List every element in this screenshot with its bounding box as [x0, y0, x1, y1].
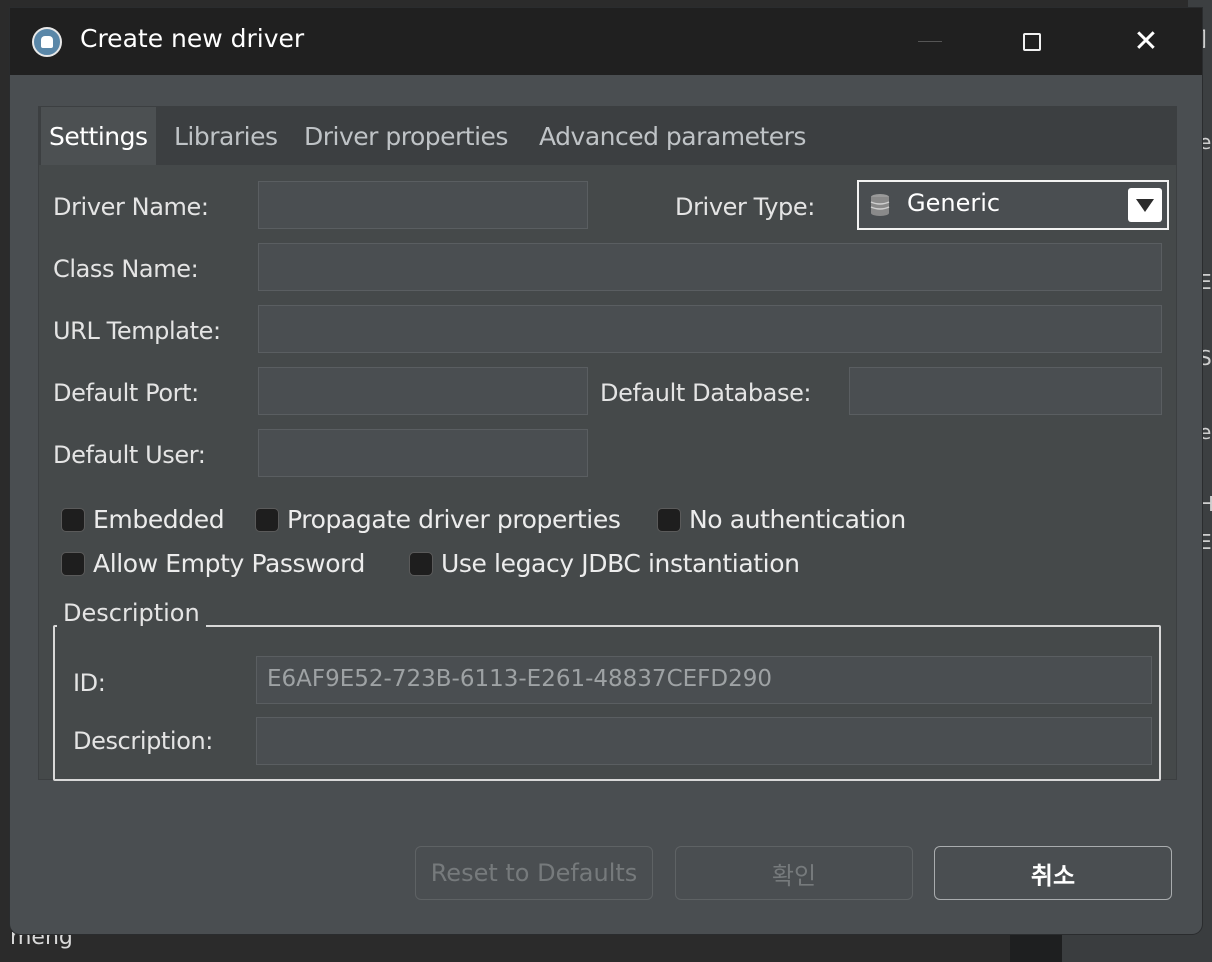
maximize-icon	[1023, 32, 1041, 51]
id-label: ID:	[73, 669, 106, 697]
embedded-checkbox[interactable]: Embedded	[61, 505, 225, 534]
checkbox-label: No authentication	[689, 505, 906, 534]
tab-bar: Settings Libraries Driver properties Adv…	[39, 107, 1176, 165]
default-port-input[interactable]	[259, 368, 587, 414]
driver-name-input[interactable]	[259, 182, 587, 228]
use-legacy-jdbc-checkbox[interactable]: Use legacy JDBC instantiation	[409, 549, 800, 578]
dropdown-arrow-icon[interactable]	[1128, 188, 1162, 222]
url-template-label: URL Template:	[53, 317, 221, 345]
url-template-field[interactable]	[258, 305, 1162, 353]
checkbox-label: Use legacy JDBC instantiation	[441, 549, 800, 578]
description-field[interactable]	[256, 717, 1152, 765]
checkbox-box[interactable]	[657, 507, 681, 532]
class-name-input[interactable]	[259, 244, 1161, 290]
propagate-driver-properties-checkbox[interactable]: Propagate driver properties	[255, 505, 621, 534]
driver-type-label: Driver Type:	[675, 193, 815, 221]
description-input[interactable]	[257, 718, 1151, 764]
close-button[interactable]: ✕	[1116, 8, 1176, 75]
default-port-field[interactable]	[258, 367, 588, 415]
cancel-button[interactable]: 취소	[934, 846, 1172, 900]
checkbox-box[interactable]	[61, 507, 85, 532]
checkbox-box[interactable]	[255, 507, 279, 532]
minimize-button[interactable]	[900, 8, 960, 75]
screen: meng ] e E S e H E Create new driver ✕ S…	[0, 0, 1212, 962]
checkbox-label: Embedded	[93, 505, 225, 534]
tab-settings[interactable]: Settings	[41, 107, 156, 165]
maximize-button[interactable]	[1002, 8, 1062, 75]
minimize-icon	[918, 41, 942, 42]
id-field[interactable]: E6AF9E52-723B-6113-E261-48837CEFD290	[256, 656, 1152, 704]
database-icon	[870, 194, 890, 216]
checkbox-box[interactable]	[409, 551, 433, 576]
driver-type-select[interactable]: Generic	[857, 180, 1169, 230]
tab-driver-properties[interactable]: Driver properties	[304, 107, 508, 165]
create-driver-dialog: Create new driver ✕ Settings Libraries D…	[10, 8, 1202, 934]
tab-advanced-parameters[interactable]: Advanced parameters	[539, 107, 806, 165]
ok-button[interactable]: 확인	[675, 846, 913, 900]
driver-name-label: Driver Name:	[53, 193, 209, 221]
default-database-label: Default Database:	[600, 379, 812, 407]
title-bar[interactable]: Create new driver ✕	[10, 8, 1202, 75]
url-template-input[interactable]	[259, 306, 1161, 352]
default-database-field[interactable]	[849, 367, 1162, 415]
default-user-input[interactable]	[259, 430, 587, 476]
default-user-field[interactable]	[258, 429, 588, 477]
no-authentication-checkbox[interactable]: No authentication	[657, 505, 906, 534]
reset-to-defaults-button[interactable]: Reset to Defaults	[415, 846, 653, 900]
class-name-field[interactable]	[258, 243, 1162, 291]
description-label: Description:	[73, 727, 213, 755]
driver-name-field[interactable]	[258, 181, 588, 229]
close-icon: ✕	[1133, 24, 1159, 59]
checkbox-label: Propagate driver properties	[287, 505, 621, 534]
checkbox-label: Allow Empty Password	[93, 549, 366, 578]
checkbox-box[interactable]	[61, 551, 85, 576]
default-database-input[interactable]	[850, 368, 1161, 414]
driver-type-value: Generic	[907, 189, 1001, 217]
class-name-label: Class Name:	[53, 255, 199, 283]
description-group-title: Description	[57, 599, 206, 627]
default-port-label: Default Port:	[53, 379, 199, 407]
settings-panel: Settings Libraries Driver properties Adv…	[38, 106, 1177, 781]
tab-libraries[interactable]: Libraries	[174, 107, 278, 165]
window-title: Create new driver	[80, 24, 305, 53]
dbeaver-app-icon	[32, 27, 62, 57]
default-user-label: Default User:	[53, 441, 206, 469]
allow-empty-password-checkbox[interactable]: Allow Empty Password	[61, 549, 365, 578]
